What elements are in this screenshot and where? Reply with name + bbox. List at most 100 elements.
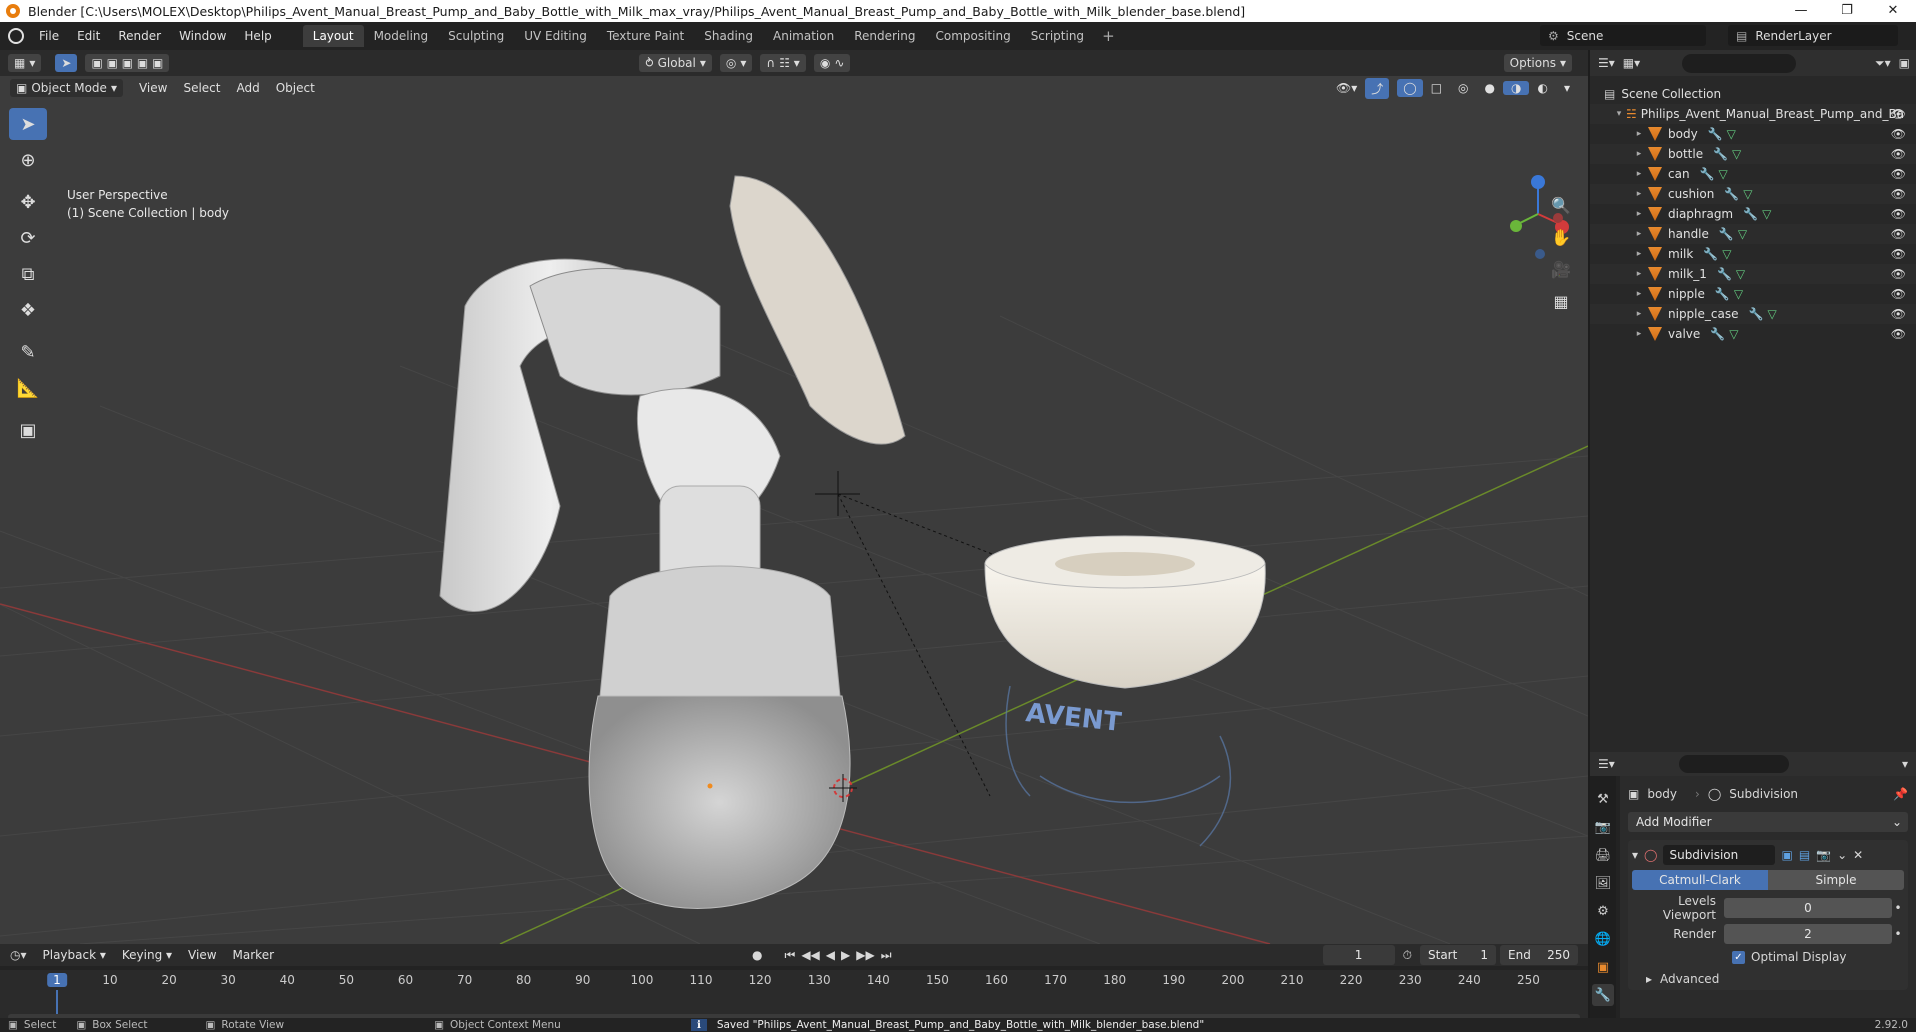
menu-render[interactable]: Render (109, 29, 170, 43)
stopwatch-icon[interactable]: ⏱ (1403, 948, 1412, 963)
bottle-cap-model[interactable] (984, 535, 1266, 689)
timeline-track[interactable] (0, 990, 1588, 1020)
expand-arrow-icon[interactable]: ▸ (1632, 329, 1646, 339)
auto-keying-record-icon[interactable]: ● (752, 948, 762, 962)
transform-orientation-dropdown[interactable]: ⥁ Global ▾ (639, 54, 712, 72)
close-icon[interactable]: ✕ (1870, 0, 1916, 22)
add-modifier-dropdown[interactable]: Add Modifier ⌄ (1628, 812, 1908, 832)
modifier-name-field[interactable]: Subdivision (1663, 845, 1776, 865)
material-preview-shading-icon[interactable]: ◑ (1503, 81, 1530, 95)
add-cube-tool-icon[interactable]: ▣ (9, 414, 47, 446)
menu-marker[interactable]: Marker (225, 948, 282, 962)
snap-toggle[interactable]: ∩ ☷ ▾ (760, 54, 806, 72)
3d-viewport[interactable]: AVENT User Perspective (1) Scene Collect… (0, 76, 1588, 944)
rendered-shading-icon[interactable]: ◐ (1529, 81, 1555, 95)
tab-uv-editing[interactable]: UV Editing (514, 25, 597, 47)
wireframe-shading-icon[interactable]: ◎ (1450, 81, 1476, 95)
modifier-wrench-icon[interactable]: 🔧 (1719, 227, 1734, 241)
timeline-editor-icon[interactable]: ◷▾ (10, 948, 27, 962)
expand-arrow-icon[interactable]: ▸ (1632, 129, 1646, 139)
edit-mode-toggle-icon[interactable]: ▣ (1781, 848, 1792, 862)
modifier-wrench-icon[interactable]: 🔧 (1743, 207, 1758, 221)
viewport-toggle-icon[interactable]: ▤ (1799, 848, 1810, 862)
expand-arrow-icon[interactable]: ▸ (1632, 229, 1646, 239)
outliner-object-row[interactable]: ▸ bottle 🔧 ▽ 👁 (1590, 144, 1916, 164)
eye-icon[interactable]: 👁 (1891, 207, 1906, 221)
render-tab-icon[interactable]: 📷 (1592, 816, 1614, 838)
world-tab-icon[interactable]: 🌐 (1592, 928, 1614, 950)
tab-modeling[interactable]: Modeling (364, 25, 439, 47)
mesh-data-icon[interactable]: ▽ (1729, 327, 1738, 341)
optimal-display-checkbox[interactable]: ✓ (1732, 950, 1745, 964)
advanced-subpanel[interactable]: ▸ Advanced (1632, 972, 1904, 986)
expand-arrow-icon[interactable]: ▾ (1612, 109, 1626, 119)
zoom-icon[interactable]: 🔍 (1548, 192, 1574, 218)
outliner-object-row[interactable]: ▸ can 🔧 ▽ 👁 (1590, 164, 1916, 184)
mesh-data-icon[interactable]: ▽ (1738, 227, 1747, 241)
outliner-object-row[interactable]: ▸ body 🔧 ▽ 👁 (1590, 124, 1916, 144)
modifier-tab-icon[interactable]: 🔧 (1592, 984, 1614, 1006)
simple-button[interactable]: Simple (1768, 870, 1904, 890)
breast-pump-model[interactable] (439, 175, 906, 909)
mesh-data-icon[interactable]: ▽ (1722, 247, 1731, 261)
visibility-icon[interactable]: 👁▾ (1328, 81, 1365, 95)
tab-scripting[interactable]: Scripting (1021, 25, 1094, 47)
play-reverse-icon[interactable]: ◀ (826, 948, 835, 962)
jump-start-icon[interactable]: ⏮ (785, 948, 796, 963)
jump-end-icon[interactable]: ⏭ (881, 948, 892, 963)
end-frame-field[interactable]: End 250 (1500, 945, 1578, 965)
select-box-tool-icon[interactable]: ➤ (9, 108, 47, 140)
menu-timeline-view[interactable]: View (180, 948, 224, 962)
modifier-wrench-icon[interactable]: 🔧 (1703, 247, 1718, 261)
eye-icon[interactable]: 👁 (1891, 187, 1906, 201)
outliner-object-row[interactable]: ▸ cushion 🔧 ▽ 👁 (1590, 184, 1916, 204)
expand-arrow-icon[interactable]: ▸ (1632, 269, 1646, 279)
menu-window[interactable]: Window (170, 29, 235, 43)
mesh-data-icon[interactable]: ▽ (1762, 207, 1771, 221)
outliner-object-row[interactable]: ▸ diaphragm 🔧 ▽ 👁 (1590, 204, 1916, 224)
menu-view[interactable]: View (131, 81, 175, 95)
outliner-editor-icon[interactable]: ☰▾ (1598, 56, 1615, 70)
render-layer-selector[interactable]: ▤ RenderLayer (1728, 25, 1898, 46)
annotate-tool-icon[interactable]: ✎ (9, 336, 47, 368)
current-frame-field[interactable]: 1 (1322, 945, 1395, 965)
outliner-object-row[interactable]: ▸ nipple_case 🔧 ▽ 👁 (1590, 304, 1916, 324)
tab-animation[interactable]: Animation (763, 25, 844, 47)
measure-tool-icon[interactable]: 📐 (9, 372, 47, 404)
proportional-editing-toggle[interactable]: ◉ ∿ (813, 54, 851, 72)
tool-tab-icon[interactable]: ⚒ (1592, 788, 1614, 810)
tab-rendering[interactable]: Rendering (844, 25, 925, 47)
expand-arrow-icon[interactable]: ▸ (1632, 169, 1646, 179)
selection-mode-toggles[interactable]: ▣ ▣ ▣ ▣ ▣ (85, 54, 170, 72)
levels-viewport-field[interactable]: 0 (1724, 898, 1892, 918)
eye-icon[interactable]: 👁 (1891, 307, 1906, 321)
outliner-object-row[interactable]: ▸ milk_1 🔧 ▽ 👁 (1590, 264, 1916, 284)
scene-tab-icon[interactable]: ⚙ (1592, 900, 1614, 922)
menu-edit[interactable]: Edit (68, 29, 109, 43)
tab-texture-paint[interactable]: Texture Paint (597, 25, 694, 47)
modifier-menu-icon[interactable]: ⌄ (1837, 848, 1847, 862)
catmull-clark-button[interactable]: Catmull-Clark (1632, 870, 1768, 890)
collection-row[interactable]: ▾ ☵ Philips_Avent_Manual_Breast_Pump_and… (1590, 104, 1916, 124)
expand-arrow-icon[interactable]: ▸ (1632, 149, 1646, 159)
mesh-data-icon[interactable]: ▽ (1727, 127, 1736, 141)
modifier-wrench-icon[interactable]: 🔧 (1715, 287, 1730, 301)
modifier-wrench-icon[interactable]: 🔧 (1700, 167, 1715, 181)
scene-collection-row[interactable]: ▤ Scene Collection (1590, 84, 1916, 104)
expand-arrow-icon[interactable]: ▸ (1632, 189, 1646, 199)
modifier-wrench-icon[interactable]: 🔧 (1717, 267, 1732, 281)
solid-shading-icon[interactable]: ● (1477, 81, 1503, 95)
xray-toggle-icon[interactable]: □ (1423, 81, 1450, 95)
remove-modifier-icon[interactable]: ✕ (1853, 848, 1863, 862)
object-mode-dropdown[interactable]: ▣ Object Mode ▾ (10, 79, 123, 97)
menu-file[interactable]: File (30, 29, 68, 43)
expand-arrow-icon[interactable]: ▸ (1632, 209, 1646, 219)
mesh-data-icon[interactable]: ▽ (1767, 307, 1776, 321)
tab-sculpting[interactable]: Sculpting (438, 25, 514, 47)
eye-icon[interactable]: 👁 (1891, 247, 1906, 261)
outliner-object-row[interactable]: ▸ nipple 🔧 ▽ 👁 (1590, 284, 1916, 304)
overlays-toggle-icon[interactable]: ◯ (1397, 79, 1423, 97)
options-dropdown[interactable]: Options ▾ (1503, 54, 1572, 72)
perspective-toggle-icon[interactable]: ▦ (1548, 288, 1574, 314)
restore-icon[interactable]: ❐ (1824, 0, 1870, 22)
